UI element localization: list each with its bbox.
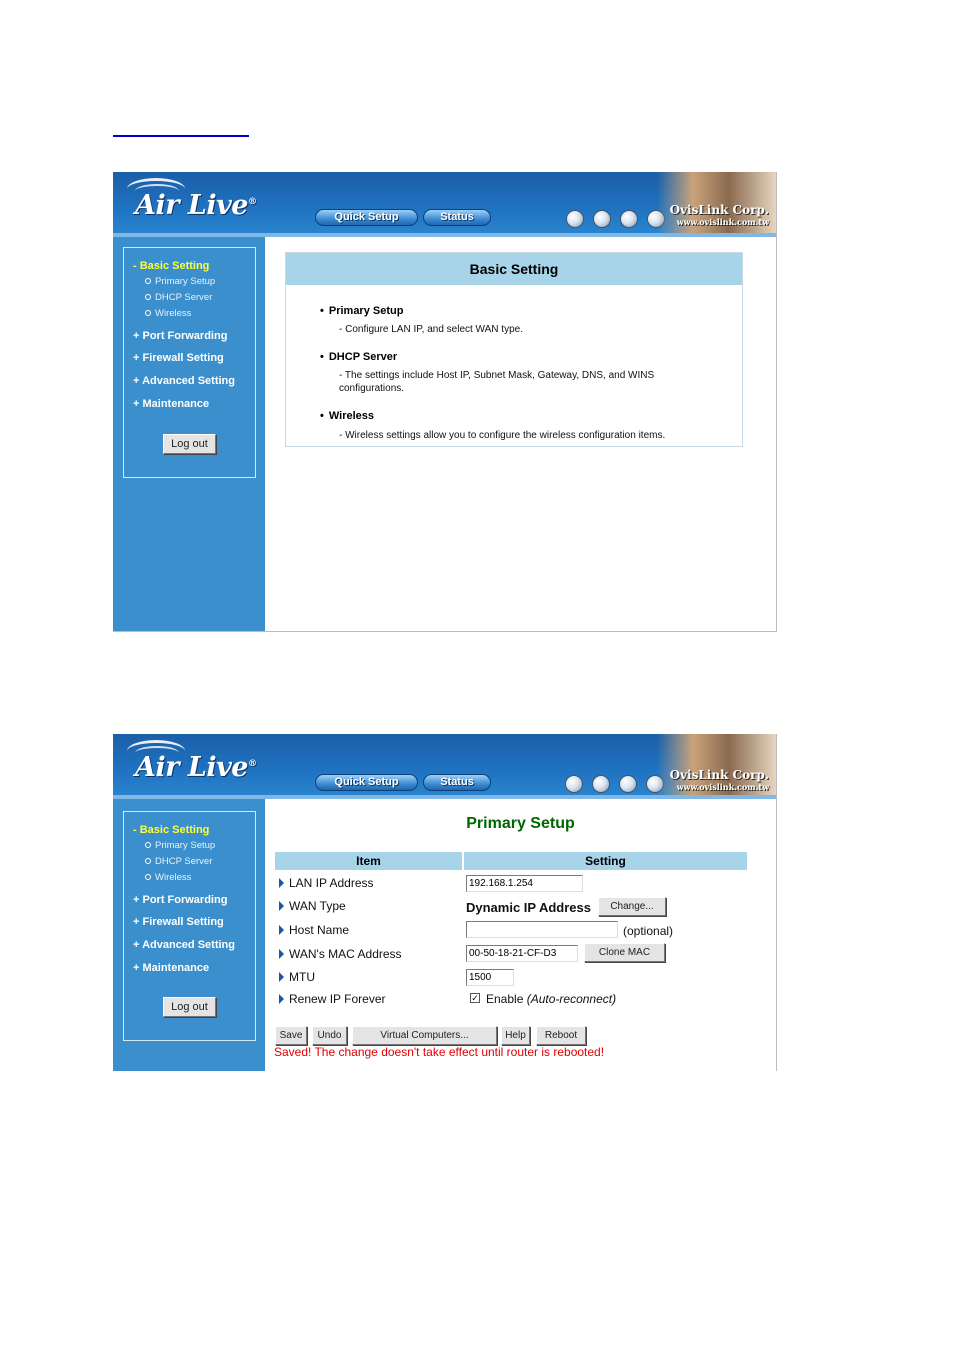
top-link-underline[interactable]	[113, 127, 249, 137]
help-button[interactable]: Help	[501, 1026, 530, 1045]
wan-mac-input[interactable]: 00-50-18-21-CF-D3	[466, 945, 578, 962]
column-header-setting: Setting	[464, 852, 747, 870]
section-dhcp-server: DHCP Server	[320, 351, 397, 363]
bullet-icon	[145, 874, 151, 881]
renew-ip-label: Renew IP Forever	[279, 992, 386, 1006]
section-wireless: Wireless	[320, 410, 374, 422]
host-name-input[interactable]	[466, 921, 618, 938]
sidebar: - Basic Setting Primary Setup DHCP Serve…	[113, 799, 265, 1071]
airlive-logo: Air Live®	[135, 752, 257, 783]
bullet-icon	[145, 858, 151, 865]
ovislink-brand: OvisLink Corp. www.ovislink.com.tw	[669, 203, 769, 227]
menu-wireless[interactable]: Wireless	[145, 872, 191, 883]
menu-firewall-setting[interactable]: + Firewall Setting	[133, 916, 224, 928]
globe-icon	[593, 210, 611, 228]
quick-setup-button[interactable]: Quick Setup	[315, 209, 418, 226]
menu-firewall-setting[interactable]: + Firewall Setting	[133, 352, 224, 364]
reboot-button[interactable]: Reboot	[536, 1026, 586, 1045]
column-header-item: Item	[275, 852, 462, 870]
logout-button[interactable]: Log out	[163, 434, 216, 454]
status-button[interactable]: Status	[423, 774, 491, 791]
auto-reconnect-checkbox[interactable]: ✓	[470, 993, 480, 1003]
section-desc: - Wireless settings allow you to configu…	[339, 430, 666, 441]
menu-maintenance[interactable]: + Maintenance	[133, 962, 209, 974]
menu-maintenance[interactable]: + Maintenance	[133, 398, 209, 410]
menu-advanced-setting[interactable]: + Advanced Setting	[133, 375, 235, 387]
globe-icon	[619, 775, 637, 793]
menu-port-forwarding[interactable]: + Port Forwarding	[133, 894, 227, 906]
quick-setup-button[interactable]: Quick Setup	[315, 774, 418, 791]
header-banner: Air Live® Quick Setup Status OvisLink Co…	[113, 734, 776, 799]
lan-ip-input[interactable]: 192.168.1.254	[466, 875, 583, 892]
globe-icon	[620, 210, 638, 228]
panel-title: Basic Setting	[286, 253, 742, 285]
menu-port-forwarding[interactable]: + Port Forwarding	[133, 330, 227, 342]
page-title: Primary Setup	[466, 815, 575, 832]
menu-basic-setting[interactable]: - Basic Setting	[133, 260, 209, 272]
menu-primary-setup[interactable]: Primary Setup	[145, 840, 215, 851]
header-banner: Air Live® Quick Setup Status OvisLink Co…	[113, 172, 776, 237]
bullet-icon	[145, 294, 151, 301]
bullet-icon	[145, 842, 151, 849]
menu-dhcp-server[interactable]: DHCP Server	[145, 292, 212, 303]
status-message: Saved! The change doesn't take effect un…	[274, 1045, 605, 1059]
airlive-logo: Air Live®	[135, 190, 257, 221]
logout-button[interactable]: Log out	[163, 997, 216, 1017]
menu-primary-setup[interactable]: Primary Setup	[145, 276, 215, 287]
basic-setting-panel: Basic Setting Primary Setup - Configure …	[285, 252, 743, 447]
primary-setup-screenshot: Air Live® Quick Setup Status OvisLink Co…	[113, 734, 777, 1071]
globe-icon	[592, 775, 610, 793]
mtu-input[interactable]: 1500	[466, 969, 514, 986]
section-desc: - Configure LAN IP, and select WAN type.	[339, 324, 523, 335]
virtual-computers-button[interactable]: Virtual Computers...	[352, 1026, 497, 1045]
clone-mac-button[interactable]: Clone MAC	[584, 943, 665, 962]
menu-dhcp-server[interactable]: DHCP Server	[145, 856, 212, 867]
mtu-label: MTU	[279, 970, 315, 984]
lan-ip-label: LAN IP Address	[279, 876, 374, 890]
sidebar: - Basic Setting Primary Setup DHCP Serve…	[113, 237, 265, 631]
menu-box: - Basic Setting Primary Setup DHCP Serve…	[123, 811, 256, 1041]
menu-advanced-setting[interactable]: + Advanced Setting	[133, 939, 235, 951]
status-button[interactable]: Status	[423, 209, 491, 226]
undo-button[interactable]: Undo	[312, 1026, 347, 1045]
wan-type-value: Dynamic IP Address	[466, 900, 591, 915]
ovislink-brand: OvisLink Corp. www.ovislink.com.tw	[669, 768, 769, 792]
menu-basic-setting[interactable]: - Basic Setting	[133, 824, 209, 836]
save-button[interactable]: Save	[275, 1026, 307, 1045]
menu-wireless[interactable]: Wireless	[145, 308, 191, 319]
main-content: Basic Setting Primary Setup - Configure …	[265, 237, 776, 631]
section-desc: - The settings include Host IP, Subnet M…	[339, 370, 655, 394]
main-content: Primary Setup Item Setting LAN IP Addres…	[265, 799, 776, 1071]
optional-note: (optional)	[623, 924, 674, 938]
section-primary-setup: Primary Setup	[320, 305, 404, 317]
bullet-icon	[145, 278, 151, 285]
basic-setting-screenshot: Air Live® Quick Setup Status OvisLink Co…	[113, 172, 777, 632]
globe-icon	[565, 775, 583, 793]
wan-mac-label: WAN's MAC Address	[279, 947, 402, 961]
menu-box: - Basic Setting Primary Setup DHCP Serve…	[123, 247, 256, 478]
host-name-label: Host Name	[279, 923, 349, 937]
auto-reconnect-label: Enable (Auto-reconnect)	[486, 992, 617, 1006]
change-button[interactable]: Change...	[598, 897, 666, 916]
wan-type-label: WAN Type	[279, 899, 346, 913]
bullet-icon	[145, 310, 151, 317]
globe-icon	[566, 210, 584, 228]
